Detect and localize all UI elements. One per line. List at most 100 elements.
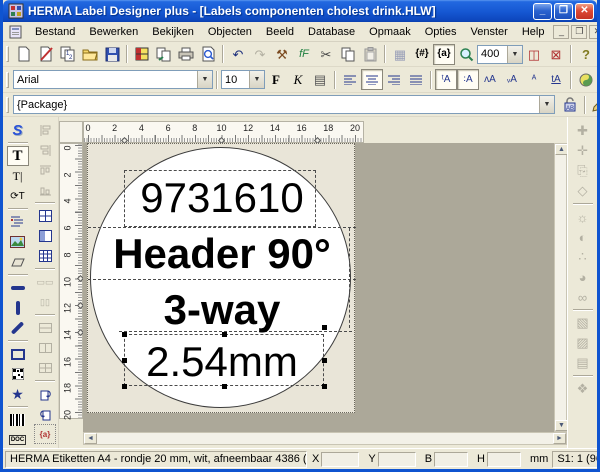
align-left-button[interactable]: [339, 69, 361, 90]
tools-button[interactable]: ⚒: [271, 44, 293, 65]
superscript-button[interactable]: ᴬ: [523, 69, 545, 90]
rotate-page-button[interactable]: ⎘: [572, 161, 594, 181]
mdi-restore-button[interactable]: ❐: [571, 25, 587, 39]
print-preview-button[interactable]: [197, 44, 219, 65]
diagonal-line-tool-button[interactable]: [7, 318, 29, 338]
menu-objecten[interactable]: Objecten: [201, 24, 259, 40]
selection-handle[interactable]: [322, 325, 327, 330]
brightness-button[interactable]: ☼: [572, 207, 594, 227]
lock-field-button[interactable]: AB: [559, 94, 581, 115]
horizontal-ruler[interactable]: 02468101214161820: [83, 121, 364, 143]
selection-handle[interactable]: [222, 332, 227, 337]
close-document-button[interactable]: [35, 44, 57, 65]
split-vertical-button[interactable]: [34, 338, 56, 358]
font-name-combo[interactable]: Arial ▼: [13, 70, 213, 89]
align-objects-left-button[interactable]: [34, 120, 56, 140]
menu-opties[interactable]: Opties: [418, 24, 464, 40]
select-tool-button[interactable]: S: [7, 120, 29, 140]
center-object-button[interactable]: ✛: [572, 141, 594, 161]
color-dots-button[interactable]: ∴: [572, 247, 594, 267]
copy-button[interactable]: [337, 44, 359, 65]
move-object-button[interactable]: ✚: [572, 121, 594, 141]
baseline-button[interactable]: tA: [545, 69, 567, 90]
star-tool-button[interactable]: ★: [7, 384, 29, 404]
vertical-scrollbar[interactable]: ▲ ▼: [554, 143, 567, 432]
mdi-close-button[interactable]: ✕: [589, 25, 600, 39]
copy-label-button[interactable]: [153, 44, 175, 65]
split-horizontal-button[interactable]: [34, 318, 56, 338]
horizontal-scrollbar[interactable]: ◄ ►: [83, 432, 567, 445]
zoom-level-combo[interactable]: 400 ▼: [477, 45, 523, 64]
doc-barcode-tool-button[interactable]: DOC: [7, 430, 29, 450]
selection-handle[interactable]: [122, 384, 127, 389]
text-frame-button[interactable]: ▤: [309, 69, 331, 90]
menu-help[interactable]: Help: [515, 24, 552, 40]
title-bar[interactable]: HERMA Label Designer plus - [Labels comp…: [3, 0, 597, 22]
open-file-button[interactable]: [79, 44, 101, 65]
vertical-ruler[interactable]: 02468101214161820: [59, 143, 83, 419]
minimize-button[interactable]: _: [533, 3, 552, 20]
split-quad-button[interactable]: [34, 358, 56, 378]
rectangle-tool-button[interactable]: [7, 344, 29, 364]
maximize-button[interactable]: ❐: [554, 3, 573, 20]
chart-import-button[interactable]: ▨: [572, 333, 594, 353]
edit-database-button[interactable]: [589, 94, 600, 115]
selection-handle[interactable]: [122, 332, 127, 337]
align-center-button[interactable]: [361, 69, 383, 90]
size-same-height-button[interactable]: ▯▯: [34, 292, 56, 312]
scroll-left-button[interactable]: ◄: [84, 433, 97, 444]
image-tool-button[interactable]: [7, 232, 29, 252]
vertical-line-tool-button[interactable]: [7, 298, 29, 318]
two-columns-button[interactable]: ◫: [523, 44, 545, 65]
shrink-font-button[interactable]: ᵥA: [501, 69, 523, 90]
matrix-code-tool-button[interactable]: [7, 364, 29, 384]
selection-handle[interactable]: [322, 384, 327, 389]
scroll-right-button[interactable]: ►: [553, 433, 566, 444]
menu-bewerken[interactable]: Bewerken: [82, 24, 145, 40]
window-split-button[interactable]: [34, 226, 56, 246]
menu-database[interactable]: Database: [301, 24, 362, 40]
bold-button[interactable]: F: [265, 69, 287, 90]
label-text-3way[interactable]: 3-way: [88, 286, 356, 334]
toolbar-grip[interactable]: [6, 46, 9, 62]
toolbar-grip[interactable]: [6, 97, 9, 113]
font-color-button[interactable]: [575, 69, 597, 90]
help-button[interactable]: ?: [575, 44, 597, 65]
label-text-number[interactable]: 9731610: [88, 174, 356, 222]
previous-label-button[interactable]: [34, 384, 56, 404]
menu-beeld[interactable]: Beeld: [259, 24, 301, 40]
text-spacing-button[interactable]: ꞉A: [457, 69, 479, 90]
field-list-tool-button[interactable]: [7, 212, 29, 232]
eraser-tool-button[interactable]: [7, 252, 29, 272]
database-table-button[interactable]: [131, 44, 153, 65]
chevron-down-icon[interactable]: ▼: [249, 71, 264, 88]
menu-bestand[interactable]: Bestand: [28, 24, 82, 40]
horizontal-line-tool-button[interactable]: [7, 278, 29, 298]
close-view-button[interactable]: ⊠: [545, 44, 567, 65]
grow-font-button[interactable]: ʌA: [479, 69, 501, 90]
align-right-button[interactable]: [383, 69, 405, 90]
align-objects-bottom-button[interactable]: [34, 180, 56, 200]
toolbar-grip[interactable]: [6, 72, 9, 88]
save-file-button[interactable]: [101, 44, 123, 65]
contrast-button[interactable]: ◐: [572, 227, 594, 247]
paste-button[interactable]: [359, 44, 381, 65]
page-numbers-button[interactable]: 12: [57, 44, 79, 65]
pie-fill-button[interactable]: ◕: [572, 267, 594, 287]
new-document-button[interactable]: [13, 44, 35, 65]
selection-handle[interactable]: [122, 358, 127, 363]
diamond-shape-button[interactable]: ◇: [572, 181, 594, 201]
align-objects-right-button[interactable]: [34, 140, 56, 160]
text-tool-button[interactable]: T: [7, 146, 29, 166]
grid-toggle-button[interactable]: ▦: [389, 44, 411, 65]
label-page[interactable]: 9731610 Header 90° 3-way 2.54mm: [87, 143, 355, 413]
rotate-text-tool-button[interactable]: ⟳T: [7, 186, 29, 206]
chevron-down-icon[interactable]: ▼: [197, 71, 212, 88]
label-canvas[interactable]: 9731610 Header 90° 3-way 2.54mm: [83, 143, 554, 432]
window-grid-button[interactable]: [34, 206, 56, 226]
menu-venster[interactable]: Venster: [464, 24, 515, 40]
next-label-button[interactable]: [34, 404, 56, 424]
number-field-button[interactable]: {#}: [411, 44, 433, 65]
field-preview-button[interactable]: {a}: [34, 424, 56, 444]
text-direction-up-button[interactable]: ᵗA: [435, 69, 457, 90]
